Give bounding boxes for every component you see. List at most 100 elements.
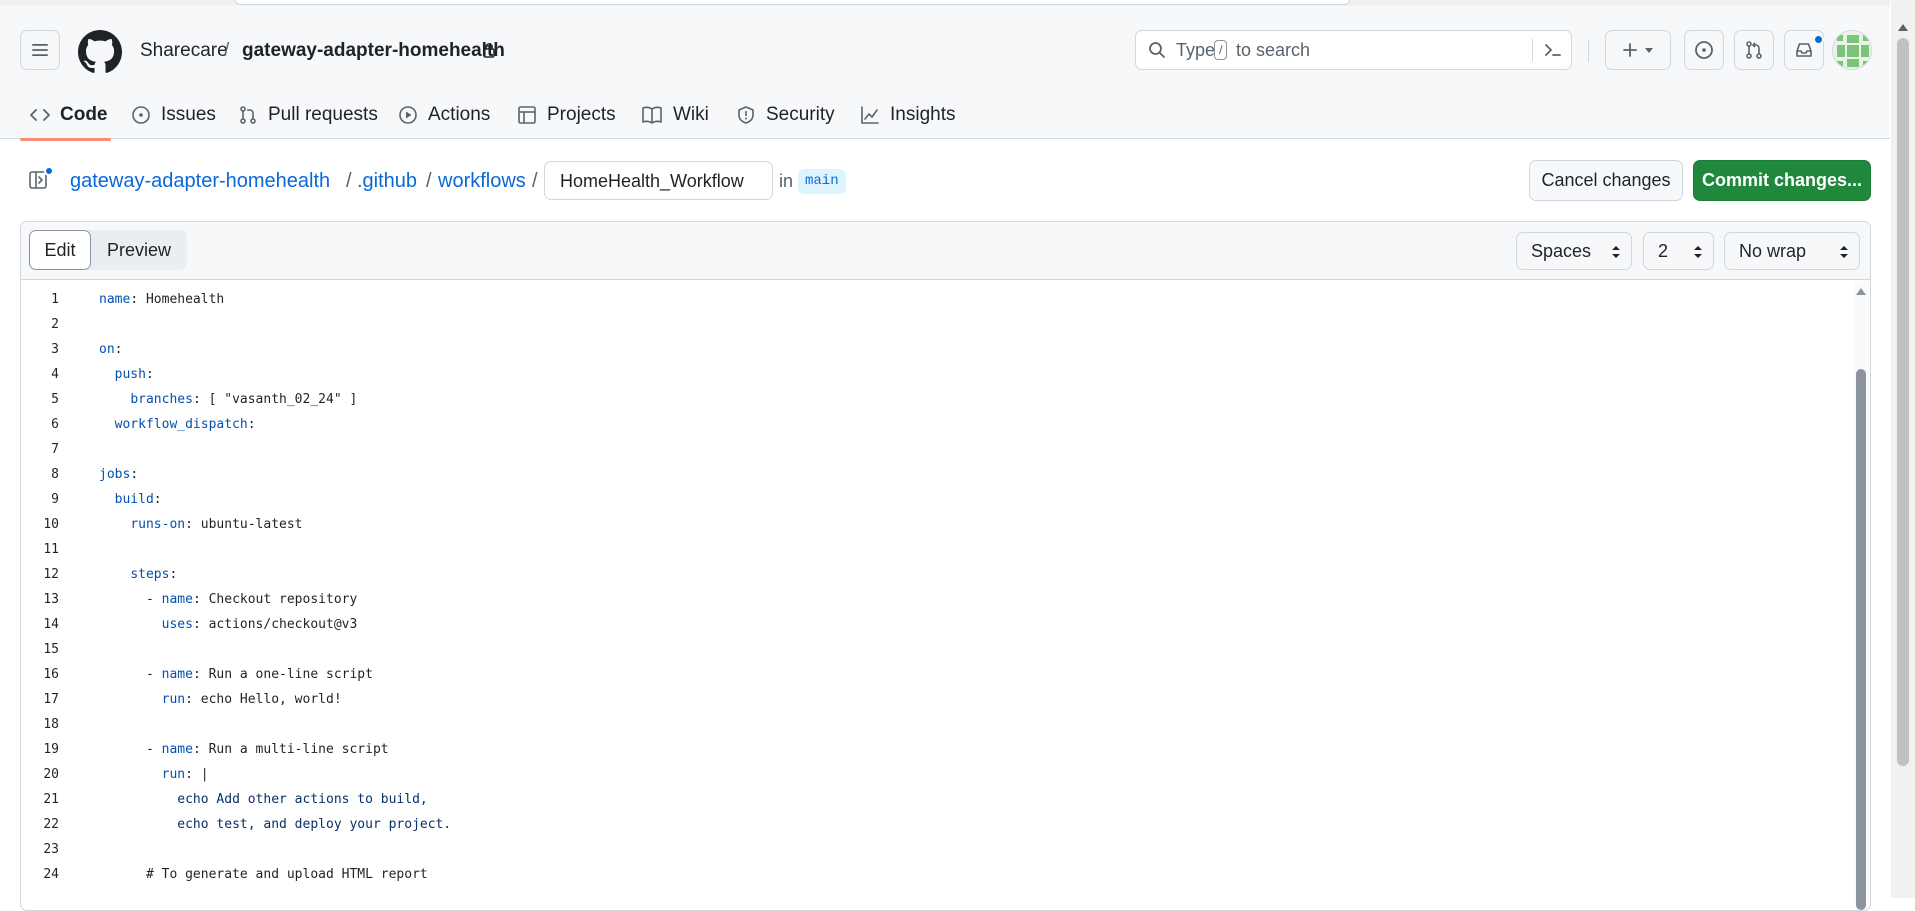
line-number: 24: [43, 867, 59, 882]
tab-issues-label: Issues: [161, 104, 216, 125]
select-arrows-icon: [1612, 246, 1620, 258]
code-line[interactable]: 22 echo test, and deploy your project.: [21, 812, 1851, 837]
line-content: branches: [ "vasanth_02_24" ]: [99, 387, 357, 412]
yaml-value: echo test, and deploy your project.: [177, 817, 452, 832]
code-line[interactable]: 14 uses: actions/checkout@v3: [21, 612, 1851, 637]
path-repo-link[interactable]: gateway-adapter-homehealth: [70, 170, 330, 193]
window-scrollbar-thumb[interactable]: [1897, 38, 1909, 766]
code-line[interactable]: 4 push:: [21, 362, 1851, 387]
github-logo-icon[interactable]: [78, 30, 122, 74]
code-line[interactable]: 9 build:: [21, 487, 1851, 512]
yaml-value: :: [153, 492, 162, 507]
tab-issues[interactable]: Issues: [131, 98, 216, 132]
create-new-button[interactable]: [1605, 30, 1671, 70]
indent-size-select[interactable]: 2: [1643, 232, 1714, 270]
line-number: 10: [43, 517, 59, 532]
repo-link[interactable]: gateway-adapter-homehealth: [242, 40, 505, 62]
tab-projects-label: Projects: [547, 104, 616, 125]
code-line[interactable]: 8 jobs:: [21, 462, 1851, 487]
yaml-key: workflow_dispatch: [114, 417, 248, 432]
editor-scrollbar[interactable]: [1855, 281, 1869, 910]
code-line[interactable]: 15: [21, 637, 1851, 662]
menu-button[interactable]: [20, 30, 60, 70]
line-content: jobs:: [99, 462, 138, 487]
path-github-folder-link[interactable]: .github: [357, 170, 417, 193]
line-content: push:: [99, 362, 154, 387]
code-line[interactable]: 20 run: |: [21, 762, 1851, 787]
code-line[interactable]: 11: [21, 537, 1851, 562]
code-line[interactable]: 19 - name: Run a multi-line script: [21, 737, 1851, 762]
code-line[interactable]: 24 # To generate and upload HTML report: [21, 862, 1851, 887]
path-workflows-folder-link[interactable]: workflows: [438, 170, 526, 193]
issue-icon: [132, 106, 150, 124]
owner-link[interactable]: Sharecare: [140, 40, 228, 62]
yaml-key: push: [114, 367, 146, 382]
preview-tab[interactable]: Preview: [91, 230, 187, 270]
line-content: runs-on: ubuntu-latest: [99, 512, 302, 537]
code-line[interactable]: 5 branches: [ "vasanth_02_24" ]: [21, 387, 1851, 412]
tab-wiki[interactable]: Wiki: [641, 98, 709, 132]
code-line[interactable]: 3 on:: [21, 337, 1851, 362]
line-number: 4: [51, 367, 59, 382]
line-content: build:: [99, 487, 162, 512]
code-area[interactable]: 1 name: Homehealth 2 3 on: 4 push: 5 branches:…: [21, 281, 1851, 910]
line-number: 15: [43, 642, 59, 657]
editor-toolbar: Edit Preview Spaces 2 No wrap: [21, 222, 1870, 280]
tab-security[interactable]: Security: [736, 98, 835, 132]
tab-code[interactable]: Code: [30, 98, 108, 132]
line-number: 7: [51, 442, 59, 457]
scroll-up-arrow-icon[interactable]: [1856, 288, 1866, 295]
code-line[interactable]: 13 - name: Checkout repository: [21, 587, 1851, 612]
line-number: 1: [51, 292, 59, 307]
select-arrows-icon: [1694, 246, 1702, 258]
cancel-changes-button[interactable]: Cancel changes: [1529, 160, 1683, 201]
issues-button[interactable]: [1684, 30, 1724, 70]
filename-input[interactable]: HomeHealth_Workflow: [544, 161, 773, 200]
command-palette-icon[interactable]: [1543, 40, 1563, 60]
commit-changes-button[interactable]: Commit changes...: [1693, 160, 1871, 201]
yaml-value: : echo Hello, world!: [185, 692, 342, 707]
code-editor: Edit Preview Spaces 2 No wrap 1 name: Hom…: [20, 221, 1871, 911]
code-line[interactable]: 23: [21, 837, 1851, 862]
line-content: uses: actions/checkout@v3: [99, 612, 358, 637]
window-scroll-up-icon[interactable]: [1898, 24, 1908, 31]
yaml-key: run: [161, 692, 186, 707]
line-indent: -: [99, 667, 162, 682]
code-line[interactable]: 18: [21, 712, 1851, 737]
tab-projects[interactable]: Projects: [517, 98, 616, 132]
tab-pull-requests[interactable]: Pull requests: [238, 98, 378, 132]
line-number: 3: [51, 342, 59, 357]
line-number: 12: [43, 567, 59, 582]
code-line[interactable]: 6 workflow_dispatch:: [21, 412, 1851, 437]
code-line[interactable]: 16 - name: Run a one-line script: [21, 662, 1851, 687]
indent-mode-value: Spaces: [1531, 240, 1592, 261]
line-number: 2: [51, 317, 59, 332]
code-line[interactable]: 2: [21, 312, 1851, 337]
shield-icon: [738, 106, 754, 124]
search-placeholder-suffix: to search: [1236, 40, 1311, 60]
editor-scrollbar-thumb[interactable]: [1856, 369, 1866, 910]
code-line[interactable]: 21 echo Add other actions to build,: [21, 787, 1851, 812]
git-pull-request-icon: [1746, 41, 1762, 59]
pull-requests-button[interactable]: [1734, 30, 1774, 70]
yaml-value: :: [169, 567, 178, 582]
code-line[interactable]: 12 steps:: [21, 562, 1851, 587]
pull-request-icon: [240, 106, 256, 124]
code-line[interactable]: 7: [21, 437, 1851, 462]
header-divider: [1588, 40, 1589, 62]
indent-mode-select[interactable]: Spaces: [1516, 232, 1632, 270]
window-scrollbar[interactable]: [1891, 0, 1915, 898]
code-line[interactable]: 1 name: Homehealth: [21, 287, 1851, 312]
line-content: echo test, and deploy your project.: [99, 812, 451, 837]
tab-insights[interactable]: Insights: [860, 98, 955, 132]
edit-tab[interactable]: Edit: [29, 230, 91, 270]
search-input[interactable]: Type / to search: [1135, 30, 1572, 70]
line-number: 17: [43, 692, 59, 707]
wrap-mode-select[interactable]: No wrap: [1724, 232, 1860, 270]
tab-actions[interactable]: Actions: [398, 98, 490, 132]
code-line[interactable]: 10 runs-on: ubuntu-latest: [21, 512, 1851, 537]
code-line[interactable]: 17 run: echo Hello, world!: [21, 687, 1851, 712]
avatar[interactable]: [1832, 30, 1872, 70]
